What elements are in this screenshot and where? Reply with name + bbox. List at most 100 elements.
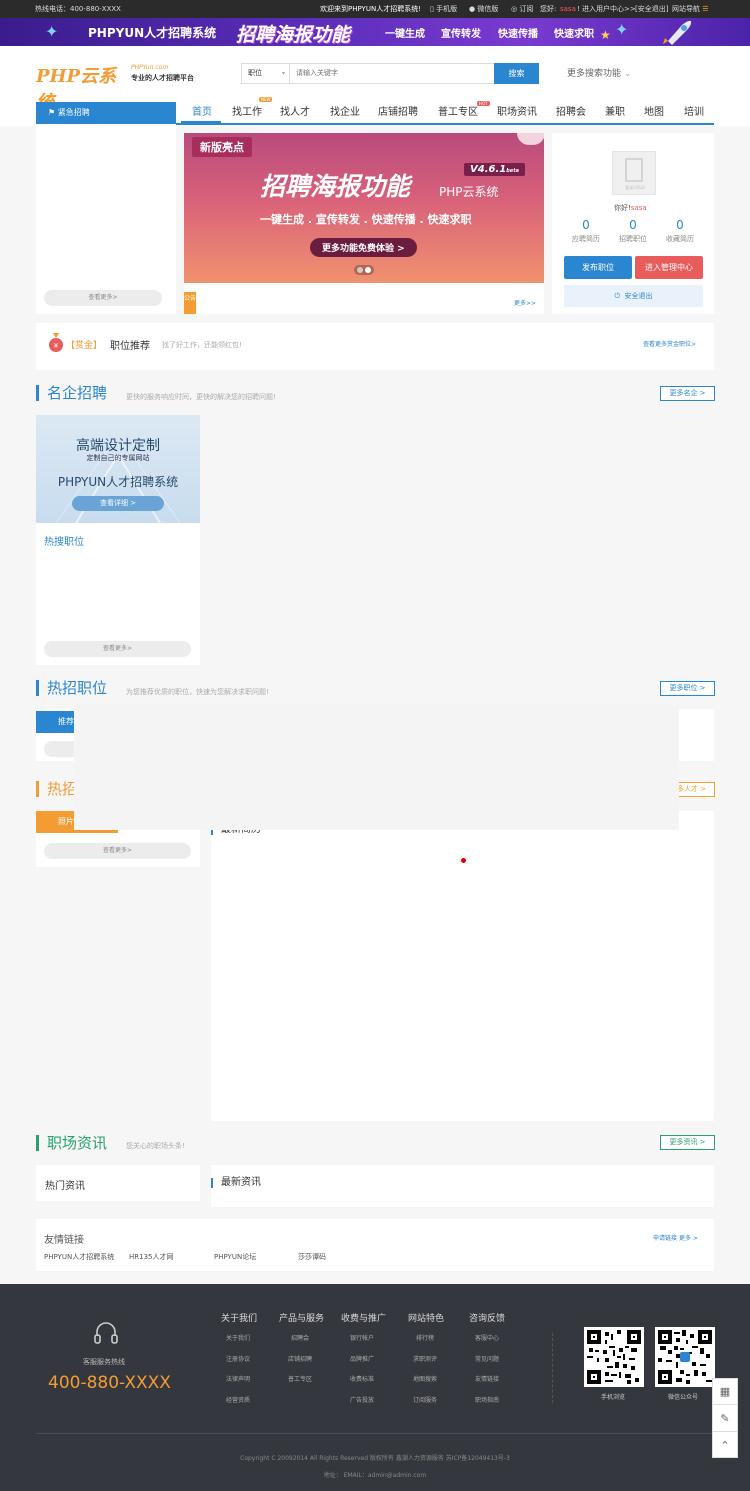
stat-applied-label: 应聘简历 <box>572 235 600 243</box>
footer-link[interactable]: 普工专区 <box>288 1374 312 1383</box>
feedback-icon[interactable]: ✎ <box>713 1406 737 1432</box>
safe-logout-button[interactable]: ⏻ 安全退出 <box>564 285 703 307</box>
slider-dot[interactable] <box>365 267 371 273</box>
hotjobs-section-title: 热招职位 <box>36 680 107 696</box>
publish-job-button[interactable]: 发布职位 <box>564 256 632 279</box>
logo-domain: PHPYun.com <box>131 64 169 71</box>
nav-shop-recruit[interactable]: 店铺招聘 <box>378 103 418 118</box>
manage-center-button[interactable]: 进入管理中心 <box>635 256 703 279</box>
nav-part-time[interactable]: 兼职 <box>605 103 625 118</box>
urgent-jobs-panel: 查看更多> <box>36 124 176 314</box>
hotline-text: 热线电话：400-880-XXXX <box>35 5 121 13</box>
slider-subtitle: 一键生成 . 宣传转发 . 快速传播 . 快速求职 <box>260 213 472 226</box>
footer-link[interactable]: 品牌推广 <box>350 1354 374 1363</box>
nav-find-talent[interactable]: 找人才 <box>280 103 310 118</box>
more-jobs-button[interactable]: 更多职位 > <box>660 681 715 696</box>
nav-job-fair[interactable]: 招聘会 <box>556 103 586 118</box>
site-nav-link[interactable]: 网站导航 ☰ <box>672 0 709 18</box>
more-news-button[interactable]: 更多资讯 > <box>660 1135 715 1150</box>
avatar[interactable]: 暂无LOGO <box>612 151 656 195</box>
footer-link[interactable]: 常见问题 <box>475 1354 499 1363</box>
footer-link[interactable]: 广告投放 <box>350 1395 374 1404</box>
fire-icon: ⚑ <box>48 108 56 117</box>
slider-tag: 新版亮点 <box>192 137 252 157</box>
view-more-button[interactable]: 查看更多> <box>44 290 162 306</box>
user-center-link[interactable]: ! 进入用户中心>> <box>577 0 636 18</box>
wechat-link[interactable]: ● 微信版 <box>469 0 498 18</box>
nav-training[interactable]: 培训 <box>684 103 704 118</box>
banner-tag: 快速求职 <box>554 29 594 40</box>
friend-link[interactable]: PHPYUN论坛 <box>214 1252 256 1262</box>
nav-map[interactable]: 地图 <box>644 103 664 118</box>
logout-link[interactable]: [安全退出] <box>635 0 668 18</box>
apply-link[interactable]: 申请链接 <box>653 1235 677 1242</box>
building-icon <box>625 158 643 182</box>
search-input[interactable] <box>292 64 492 83</box>
footer-link[interactable]: 经营资质 <box>226 1395 250 1404</box>
slider-dot[interactable] <box>357 267 363 273</box>
friend-link[interactable]: HR135人才网 <box>129 1252 174 1262</box>
footer-link[interactable]: 友情链接 <box>475 1374 499 1383</box>
slider-cta-button[interactable]: 更多功能免费体验 > <box>310 238 417 257</box>
design-ad-banner[interactable]: 高端设计定制 定制自己的专属网站 PHPYUN人才招聘系统 查看详细 > <box>36 415 200 523</box>
nav-general-workers[interactable]: 普工专区 <box>438 103 478 118</box>
more-links[interactable]: 更多 > <box>679 1235 698 1242</box>
reward-recommend-bar: ¥ 【赏金】 职位推荐 找了好工作，还能领红包! 查看更多赏金职位> <box>36 323 714 370</box>
more-search-label: 更多搜索功能 <box>567 69 622 79</box>
friend-link[interactable]: PHPYUN人才招聘系统 <box>44 1252 114 1262</box>
nav-find-company[interactable]: 找企业 <box>330 103 360 118</box>
site-logo[interactable]: PHP云系统 <box>36 62 132 113</box>
username-link[interactable]: sasa <box>560 0 576 18</box>
mobile-link[interactable]: ▯ 手机版 <box>430 0 457 18</box>
slider-card: 新版亮点 招聘海报功能 V4.6.1beta PHP云系统 一键生成 . 宣传转… <box>184 133 544 314</box>
stat-jobs-count[interactable]: 0 <box>613 218 653 232</box>
news-section-subtitle: 您关心的职场头条! <box>126 1142 185 1150</box>
footer-link[interactable]: 注册协议 <box>226 1354 250 1363</box>
stat-saved-count[interactable]: 0 <box>660 218 700 232</box>
more-companies-button[interactable]: 更多名企 > <box>660 386 715 401</box>
nav-find-job[interactable]: 找工作 <box>232 103 262 118</box>
footer-link[interactable]: 客服中心 <box>475 1333 499 1342</box>
welcome-text: 欢迎来到PHPYUN人才招聘系统! <box>320 5 421 13</box>
ad-detail-button[interactable]: 查看详细 > <box>72 496 164 511</box>
safe-logout-label: 安全退出 <box>624 292 653 300</box>
footer-link[interactable]: 地图搜索 <box>413 1374 437 1383</box>
famous-section-subtitle: 更快的服务响应时间，更快的解决您的招聘问题! <box>126 393 276 401</box>
footer-link[interactable]: 银行帐户 <box>350 1333 374 1342</box>
view-more-button[interactable]: 查看更多> <box>44 843 191 859</box>
footer-link[interactable]: 排行榜 <box>416 1333 434 1342</box>
footer-link[interactable]: 招聘会 <box>291 1333 309 1342</box>
footer-link[interactable]: 职场指南 <box>475 1395 499 1404</box>
stat-saved-label: 收藏简历 <box>666 235 694 243</box>
urgent-recruit-tab[interactable]: ⚑ 紧急招聘 <box>36 102 176 124</box>
footer-link[interactable]: 关于我们 <box>226 1333 250 1342</box>
view-more-button[interactable]: 查看更多> <box>44 641 191 657</box>
footer-col-title: 收费与推广 <box>341 1314 387 1324</box>
qr-code-icon[interactable]: ▦ <box>713 1379 737 1405</box>
friend-link[interactable]: 莎莎谭码 <box>298 1252 326 1262</box>
hero-slider[interactable]: 新版亮点 招聘海报功能 V4.6.1beta PHP云系统 一键生成 . 宣传转… <box>184 133 544 283</box>
footer-link[interactable]: 求职测评 <box>413 1354 437 1363</box>
ad-subtitle: 定制自己的专属网站 <box>86 454 150 462</box>
nav-home[interactable]: 首页 <box>192 103 212 118</box>
ad-title: 高端设计定制 <box>76 438 160 454</box>
reward-more-link[interactable]: 查看更多赏金职位> <box>643 339 696 348</box>
notice-more-link[interactable]: 更多>> <box>514 298 536 307</box>
footer-link[interactable]: 订阅服务 <box>413 1395 437 1404</box>
footer-link[interactable]: 法律声明 <box>226 1374 250 1383</box>
more-search-link[interactable]: 更多搜索功能 ⌄ <box>567 66 631 79</box>
qr-code-mobile <box>584 1327 644 1387</box>
nav-career-news[interactable]: 职场资讯 <box>497 103 537 118</box>
hot-news-panel: 热门资讯 <box>36 1165 200 1201</box>
sparkle-icon: ✦ <box>45 22 59 41</box>
chevron-down-icon: ▾ <box>281 70 285 77</box>
footer-link[interactable]: 店铺招聘 <box>288 1354 312 1363</box>
promo-banner[interactable]: ✦ PHPYUN人才招聘系统 招聘海报功能 一键生成 宣传转发 快速传播 快速求… <box>0 18 750 46</box>
search-button[interactable]: 搜索 <box>494 63 539 84</box>
search-type-select[interactable]: 职位 ▾ <box>242 64 290 83</box>
footer-link[interactable]: 收费标准 <box>350 1374 374 1383</box>
back-to-top-icon[interactable]: ⌃ <box>713 1433 737 1458</box>
stat-applied-count[interactable]: 0 <box>566 218 606 232</box>
footer-col-title: 咨询反馈 <box>469 1314 506 1324</box>
subscribe-link[interactable]: ◎ 订阅 <box>511 0 533 18</box>
